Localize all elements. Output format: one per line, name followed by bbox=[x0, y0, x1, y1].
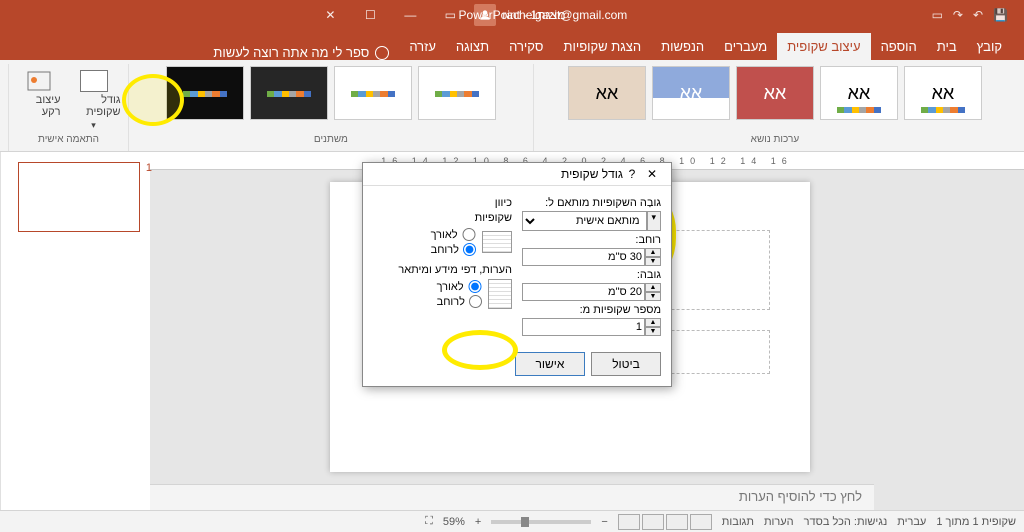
themes-gallery[interactable]: אא אא אא אא אא bbox=[568, 66, 982, 120]
maximize-icon[interactable]: ☐ bbox=[352, 3, 388, 27]
slides-section-label: שקופיות bbox=[373, 212, 512, 224]
lightbulb-icon bbox=[375, 46, 389, 60]
zoom-level[interactable]: 59% bbox=[443, 516, 465, 528]
ribbon-body: אא אא אא אא אא ערכות נושא משתנים גודל שק… bbox=[0, 60, 1024, 152]
notes-prompt[interactable]: לחץ כדי להוסיף הערות bbox=[150, 484, 874, 510]
spin-up-icon[interactable]: ▲ bbox=[645, 248, 661, 257]
slides-landscape-radio[interactable] bbox=[463, 243, 476, 256]
tab-animations[interactable]: הנפשות bbox=[651, 33, 714, 60]
variant-thumb[interactable] bbox=[250, 66, 328, 120]
orientation-label: כיוון bbox=[373, 197, 512, 209]
format-background-icon bbox=[26, 70, 52, 94]
minimize-icon[interactable]: — bbox=[392, 3, 428, 27]
zoom-out-icon[interactable]: − bbox=[601, 516, 607, 528]
slide-number: 1 bbox=[146, 162, 152, 174]
notes-section-label: הערות, דפי מידע ומיתאר bbox=[373, 264, 512, 276]
ok-button[interactable]: אישור bbox=[515, 352, 585, 376]
width-input[interactable] bbox=[522, 248, 645, 266]
spin-up-icon[interactable]: ▲ bbox=[645, 283, 661, 292]
cancel-button[interactable]: ביטול bbox=[591, 352, 661, 376]
number-from-label: מספר שקופיות מ: bbox=[522, 304, 661, 316]
ribbon-tabs: קובץ בית הוספה עיצוב שקופית מעברים הנפשו… bbox=[0, 30, 1024, 60]
save-icon[interactable]: 💾 bbox=[993, 8, 1008, 22]
spin-down-icon[interactable]: ▼ bbox=[645, 257, 661, 266]
ribbon-options-icon[interactable]: ▭ bbox=[432, 3, 468, 27]
slide-counter: שקופית 1 מתוך 1 bbox=[936, 516, 1016, 528]
size-for-label: גובַה השקופיות מותאם ל: bbox=[522, 197, 661, 209]
slide-thumbnail-panel: 1 bbox=[0, 152, 150, 510]
theme-thumb[interactable]: אא bbox=[736, 66, 814, 120]
language-indicator[interactable]: עברית bbox=[897, 516, 926, 528]
variant-thumb[interactable] bbox=[166, 66, 244, 120]
theme-thumb[interactable]: אא bbox=[904, 66, 982, 120]
dialog-title: גודל שקופית bbox=[371, 167, 623, 181]
themes-group-label: ערכות נושא bbox=[751, 132, 799, 149]
zoom-in-icon[interactable]: + bbox=[475, 516, 481, 528]
close-icon[interactable]: ✕ bbox=[312, 3, 348, 27]
notes-landscape-radio[interactable] bbox=[469, 295, 482, 308]
slideshow-view-icon[interactable] bbox=[618, 514, 640, 530]
accessibility-status[interactable]: נגישות: הכל בסדר bbox=[804, 516, 888, 528]
variants-gallery[interactable] bbox=[166, 66, 496, 120]
theme-thumb[interactable]: אא bbox=[820, 66, 898, 120]
variants-group-label: משתנים bbox=[314, 132, 348, 149]
tab-home[interactable]: בית bbox=[927, 33, 967, 60]
spin-up-icon[interactable]: ▲ bbox=[645, 318, 661, 327]
width-label: רוחב: bbox=[522, 234, 661, 246]
page-portrait-icon bbox=[488, 279, 512, 309]
slide-size-icon bbox=[80, 70, 108, 92]
height-input[interactable] bbox=[522, 283, 645, 301]
tab-review[interactable]: סקירה bbox=[499, 33, 553, 60]
spin-down-icon[interactable]: ▼ bbox=[645, 292, 661, 301]
reading-view-icon[interactable] bbox=[642, 514, 664, 530]
slide-thumbnail[interactable] bbox=[18, 162, 140, 232]
number-from-input[interactable] bbox=[522, 318, 645, 336]
chevron-down-icon[interactable]: ▾ bbox=[647, 211, 661, 231]
customize-group-label: התאמה אישית bbox=[38, 132, 99, 149]
theme-thumb[interactable]: אא bbox=[568, 66, 646, 120]
theme-thumb[interactable]: אא bbox=[652, 66, 730, 120]
sorter-view-icon[interactable] bbox=[666, 514, 688, 530]
status-bar: שקופית 1 מתוך 1 עברית נגישות: הכל בסדר ה… bbox=[0, 510, 1024, 532]
spin-down-icon[interactable]: ▼ bbox=[645, 327, 661, 336]
document-title: מצגת1 - PowerPoint bbox=[459, 8, 566, 22]
slide-size-dialog: ✕ ? גודל שקופית גובַה השקופיות מותאם ל: … bbox=[362, 162, 672, 387]
view-buttons bbox=[618, 514, 712, 530]
chevron-down-icon: ▾ bbox=[91, 120, 96, 131]
slides-portrait-radio[interactable] bbox=[462, 228, 476, 241]
title-bar: 💾 ↶ ↷ ▭ מצגת1 - PowerPoint rachelgazit@g… bbox=[0, 0, 1024, 30]
start-from-beginning-icon[interactable]: ▭ bbox=[932, 8, 943, 22]
variant-thumb[interactable] bbox=[418, 66, 496, 120]
notes-portrait-radio[interactable] bbox=[468, 280, 482, 293]
tab-transitions[interactable]: מעברים bbox=[714, 33, 777, 60]
dialog-close-icon[interactable]: ✕ bbox=[641, 167, 663, 181]
zoom-slider[interactable] bbox=[491, 520, 591, 524]
page-landscape-icon bbox=[482, 231, 512, 253]
height-label: גובה: bbox=[522, 269, 661, 281]
undo-icon[interactable]: ↶ bbox=[973, 8, 983, 22]
fit-to-window-icon[interactable]: ⛶ bbox=[425, 515, 433, 528]
tab-insert[interactable]: הוספה bbox=[871, 33, 927, 60]
notes-toggle[interactable]: הערות bbox=[764, 516, 794, 528]
comments-toggle[interactable]: תגובות bbox=[722, 516, 754, 528]
tab-help[interactable]: עזרה bbox=[399, 33, 446, 60]
variant-thumb[interactable] bbox=[334, 66, 412, 120]
tab-file[interactable]: קובץ bbox=[967, 33, 1012, 60]
redo-icon[interactable]: ↷ bbox=[953, 8, 963, 22]
size-for-select[interactable]: מותאם אישית bbox=[522, 211, 647, 231]
tell-me-search[interactable]: ספר לי מה אתה רוצה לעשות bbox=[203, 45, 399, 60]
normal-view-icon[interactable] bbox=[690, 514, 712, 530]
dialog-help-icon[interactable]: ? bbox=[623, 167, 641, 181]
format-background-button[interactable]: עיצוב רקע bbox=[17, 66, 61, 131]
tab-design[interactable]: עיצוב שקופית bbox=[777, 33, 870, 60]
tab-view[interactable]: תצוגה bbox=[446, 33, 499, 60]
tab-slideshow[interactable]: הצגת שקופיות bbox=[553, 33, 651, 60]
slide-size-button[interactable]: גודל שקופית ▾ bbox=[67, 66, 121, 131]
